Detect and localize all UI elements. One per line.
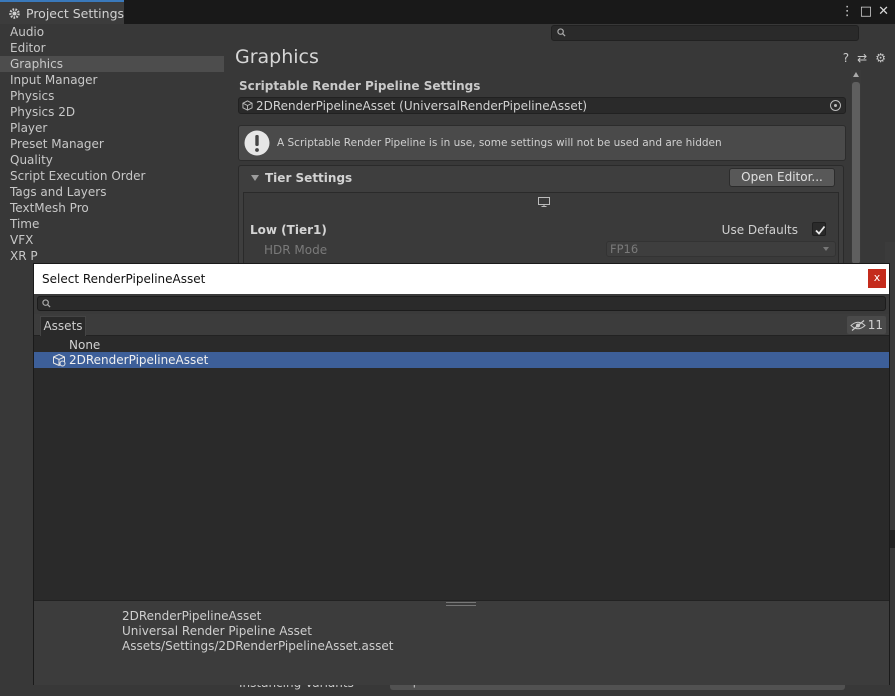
sidebar-item-preset-manager[interactable]: Preset Manager (0, 136, 224, 152)
srp-asset-field[interactable]: 2DRenderPipelineAsset (UniversalRenderPi… (238, 97, 846, 114)
dialog-search-row (34, 294, 889, 314)
object-picker-icon[interactable] (830, 100, 841, 111)
sidebar-item-xr-p[interactable]: XR P (0, 248, 224, 264)
preview-name: 2DRenderPipelineAsset (122, 609, 262, 623)
use-defaults-label: Use Defaults (721, 223, 798, 237)
render-pipeline-asset-icon (53, 353, 66, 367)
monitor-icon (538, 197, 550, 207)
close-icon[interactable]: ✕ (878, 3, 889, 21)
search-icon (42, 299, 51, 308)
page-title: Graphics (235, 46, 319, 68)
dialog-tabs: Assets 11 (34, 314, 889, 336)
hidden-packages-toggle[interactable]: 11 (846, 316, 886, 334)
tab-project-settings[interactable]: Project Settings (0, 0, 124, 24)
settings-icon[interactable]: ⚙ (875, 51, 886, 65)
gear-icon (9, 7, 20, 19)
checkmark-icon (815, 225, 826, 235)
dialog-close-button[interactable]: x (868, 269, 886, 288)
presets-icon[interactable]: ⇄ (857, 51, 867, 65)
panel-header-icons: ? ⇄ ⚙ (843, 51, 886, 65)
scroll-up-icon[interactable] (853, 72, 859, 77)
help-icon[interactable]: ? (843, 51, 849, 65)
preview-path: Assets/Settings/2DRenderPipelineAsset.as… (122, 639, 394, 653)
maximize-icon[interactable]: □ (860, 3, 872, 21)
open-editor-button[interactable]: Open Editor... (729, 168, 835, 187)
select-asset-dialog: Select RenderPipelineAsset x Assets 11 N… (33, 263, 890, 685)
scroll-thumb[interactable] (852, 82, 860, 264)
dialog-title: Select RenderPipelineAsset (42, 272, 206, 286)
dialog-titlebar: Select RenderPipelineAsset x (34, 264, 889, 294)
sidebar-item-physics[interactable]: Physics (0, 88, 224, 104)
sidebar-item-physics-2d[interactable]: Physics 2D (0, 104, 224, 120)
srp-settings-label: Scriptable Render Pipeline Settings (239, 79, 481, 93)
hdr-mode-label: HDR Mode (264, 243, 328, 257)
asset-list: None 2DRenderPipelineAsset (34, 337, 889, 599)
hdr-mode-dropdown[interactable]: FP16 (606, 241, 836, 257)
eye-slash-icon (849, 319, 866, 331)
sidebar-item-script-execution-order[interactable]: Script Execution Order (0, 168, 224, 184)
sidebar-item-tags-and-layers[interactable]: Tags and Layers (0, 184, 224, 200)
sidebar-item-graphics[interactable]: Graphics (0, 56, 224, 72)
settings-sidebar: Audio Editor Graphics Input Manager Physics P… (0, 24, 224, 264)
sidebar-item-time[interactable]: Time (0, 216, 224, 232)
help-text: A Scriptable Render Pipeline is in use, … (277, 137, 722, 149)
list-item-label: 2DRenderPipelineAsset (69, 353, 209, 367)
tab-assets[interactable]: Assets (40, 316, 86, 336)
sidebar-item-vfx[interactable]: VFX (0, 232, 224, 248)
graphics-panel: Graphics ? ⇄ ⚙ Scriptable Render Pipelin… (226, 24, 886, 274)
sidebar-item-quality[interactable]: Quality (0, 152, 224, 168)
sidebar-item-player[interactable]: Player (0, 120, 224, 136)
use-defaults-checkbox[interactable] (812, 222, 826, 236)
window-tabbar: Project Settings ⋮ □ ✕ (0, 0, 895, 24)
hidden-count: 11 (867, 318, 883, 332)
tier-name: Low (Tier1) (250, 223, 327, 237)
list-item-none[interactable]: None (34, 337, 889, 353)
panel-scrollbar[interactable] (851, 70, 861, 266)
kebab-menu-icon[interactable]: ⋮ (841, 3, 854, 21)
sidebar-item-input-manager[interactable]: Input Manager (0, 72, 224, 88)
render-pipeline-asset-icon (242, 100, 253, 111)
preview-type: Universal Render Pipeline Asset (122, 624, 313, 638)
list-item-selected[interactable]: 2DRenderPipelineAsset (34, 352, 889, 368)
srp-help-box: A Scriptable Render Pipeline is in use, … (238, 125, 846, 161)
srp-asset-value: 2DRenderPipelineAsset (UniversalRenderPi… (256, 98, 588, 113)
sidebar-item-audio[interactable]: Audio (0, 24, 224, 40)
foldout-arrow-icon (251, 175, 259, 181)
tier-settings-label: Tier Settings (265, 171, 353, 185)
sidebar-item-editor[interactable]: Editor (0, 40, 224, 56)
asset-preview-panel: 2DRenderPipelineAsset Universal Render P… (34, 600, 889, 685)
resize-grip[interactable] (446, 602, 476, 606)
sidebar-item-textmesh-pro[interactable]: TextMesh Pro (0, 200, 224, 216)
warning-icon (244, 130, 270, 156)
tab-title: Project Settings (26, 5, 125, 21)
tier-panel: Low (Tier1) Use Defaults HDR Mode FP16 (243, 192, 839, 266)
tier-settings-section: Tier Settings Open Editor... Low (Tier1)… (238, 165, 844, 266)
dialog-search-input[interactable] (37, 296, 886, 311)
window-controls: ⋮ □ ✕ (841, 3, 889, 21)
